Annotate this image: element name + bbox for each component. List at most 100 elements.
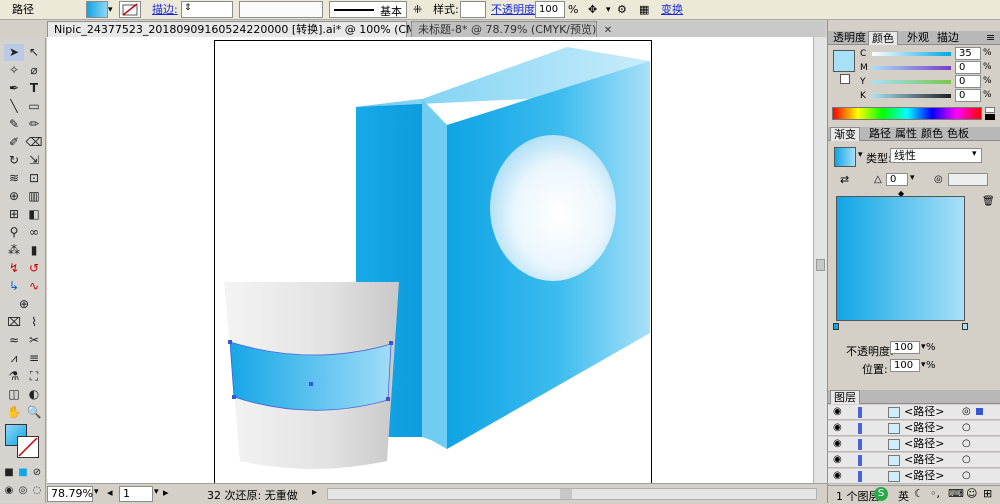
live-paint-tool-icon[interactable]: ⛶ <box>24 368 44 385</box>
crop-tool-icon[interactable]: ◫ <box>4 386 24 403</box>
recolor-icon[interactable]: ✥ <box>588 3 597 17</box>
graphic-style-icon[interactable]: ⁜ <box>413 3 422 17</box>
anchor-point[interactable] <box>386 397 390 401</box>
layer-row[interactable]: ◉ <路径> ◎ <box>828 405 1000 420</box>
visibility-eye-icon[interactable]: ◉ <box>833 453 842 467</box>
opacity-link[interactable]: 不透明度: <box>491 3 539 17</box>
convert-anchor-tool-icon[interactable]: ↳ <box>4 278 24 295</box>
magic-wand-tool-icon[interactable]: ✧ <box>4 62 24 79</box>
stop-location-dropdown-icon[interactable]: ▾ <box>921 360 926 370</box>
tab-color[interactable]: 颜色 <box>868 31 898 45</box>
channel-c-input[interactable]: 35 <box>955 47 981 60</box>
prev-artboard-icon[interactable]: ◂ <box>107 486 113 499</box>
target-circle-icon[interactable]: ◎ <box>962 405 971 419</box>
page-field[interactable]: 1 <box>119 486 153 502</box>
anchor-point[interactable] <box>232 395 236 399</box>
eyedropper-2-tool-icon[interactable]: ⚗ <box>4 368 24 385</box>
moon-icon[interactable]: ☾ <box>914 487 924 500</box>
stroke-swatch[interactable] <box>119 1 141 18</box>
mesh-tool-icon[interactable]: ⊞ <box>4 206 24 223</box>
vertical-scrollbar[interactable] <box>813 37 827 483</box>
rotate-tool-icon[interactable]: ↻ <box>4 152 24 169</box>
anchor-point[interactable] <box>228 340 232 344</box>
gradient-stop-end[interactable] <box>962 323 968 330</box>
gradient-tool-icon[interactable]: ◧ <box>24 206 44 223</box>
anchor-point-tool-icon[interactable]: ↯ <box>4 260 24 277</box>
slice-select-tool-icon[interactable]: ⌇ <box>24 314 44 331</box>
stop-location-input[interactable]: 100 <box>890 359 920 372</box>
horizontal-scrollbar[interactable] <box>327 488 817 500</box>
scrollbar-thumb[interactable] <box>816 259 825 271</box>
tab-stroke[interactable]: 描边 <box>934 31 962 45</box>
tab-attributes[interactable]: 属性 <box>892 127 920 141</box>
selection-indicator[interactable] <box>976 408 983 415</box>
gradient-type-select[interactable]: 线性 <box>890 148 982 163</box>
gradient-stop-start[interactable] <box>833 323 839 330</box>
stroke-preview-swatch[interactable] <box>840 74 850 84</box>
eraser-tool-icon[interactable]: ⌫ <box>24 134 44 151</box>
shape-builder-tool-icon[interactable]: ⊕ <box>4 188 24 205</box>
symbol-sprayer-tool-icon[interactable]: ⁂ <box>4 242 24 259</box>
recolor-dropdown-icon[interactable]: ▾ <box>606 3 611 17</box>
visibility-eye-icon[interactable]: ◉ <box>833 469 842 483</box>
next-artboard-icon[interactable]: ▸ <box>163 486 169 499</box>
tab-document-1[interactable]: Nipic_24377523_20180909160524220000 [转换]… <box>47 21 475 37</box>
curvature-tool-icon[interactable]: ↺ <box>24 260 44 277</box>
black-swatch[interactable] <box>985 114 995 120</box>
ime-language[interactable]: 英 <box>898 488 909 504</box>
draw-normal-icon[interactable]: ◉ <box>2 482 16 499</box>
graph-tool-icon[interactable]: ⩘ <box>4 350 24 367</box>
tab-appearance[interactable]: 外观 <box>904 31 932 45</box>
fill-mode-none-icon[interactable]: ⊘ <box>30 464 44 481</box>
scale-tool-icon[interactable]: ⇲ <box>24 152 44 169</box>
layer-row[interactable]: ◉ <路径> ○ <box>828 421 1000 436</box>
draw-inside-icon[interactable]: ◌ <box>30 482 44 499</box>
tab-color-2[interactable]: 颜色 <box>918 127 946 141</box>
white-swatch[interactable] <box>985 107 995 113</box>
tab-layers[interactable]: 图层 <box>830 390 860 404</box>
opacity-input[interactable]: 100 <box>535 1 565 18</box>
tab-pathfinder[interactable]: 路径 <box>866 127 894 141</box>
color-spectrum[interactable] <box>832 107 982 120</box>
stroke-color-swatch[interactable] <box>17 436 39 458</box>
layer-row[interactable]: ◉ <路径> ○ <box>828 437 1000 452</box>
eraser-2-tool-icon[interactable]: ◐ <box>24 386 44 403</box>
stroke-weight-input[interactable]: ⇕ <box>181 1 233 18</box>
canvas-area[interactable] <box>47 37 813 483</box>
zoom-dropdown-icon[interactable]: ▾ <box>94 487 99 497</box>
keyboard-icon[interactable]: ⌨ <box>948 487 964 500</box>
hand-tool-icon[interactable]: ✋ <box>4 404 24 421</box>
rectangle-tool-icon[interactable]: ▭ <box>24 98 44 115</box>
chevron-down-icon[interactable]: ▾ <box>972 149 977 159</box>
user-icon[interactable]: ☺ <box>966 487 977 500</box>
gradient-ramp[interactable] <box>836 196 965 321</box>
artboard-tool-icon[interactable]: ⌧ <box>4 314 24 331</box>
channel-m-slider[interactable] <box>872 66 951 70</box>
scrollbar-thumb[interactable] <box>560 489 572 499</box>
grid-icon[interactable]: ⊞ <box>983 487 992 500</box>
tab-transparency[interactable]: 透明度 <box>830 31 869 45</box>
channel-y-slider[interactable] <box>872 80 951 84</box>
anchor-point[interactable] <box>389 341 393 345</box>
selection-tool-icon[interactable]: ➤ <box>4 44 24 61</box>
width-tool-icon[interactable]: ∿ <box>24 278 44 295</box>
close-icon[interactable]: ✕ <box>604 25 612 36</box>
fill-mode-color-icon[interactable]: ■ <box>2 464 16 481</box>
knife-tool-icon[interactable]: ≈ <box>4 332 24 349</box>
punctuation-icon[interactable]: ◦, <box>930 487 940 500</box>
scissors-tool-icon[interactable]: ✂ <box>24 332 44 349</box>
eyedropper-tool-icon[interactable]: ⚲ <box>4 224 24 241</box>
warp-tool-icon[interactable]: ≋ <box>4 170 24 187</box>
channel-k-input[interactable]: 0 <box>955 89 981 102</box>
gear-icon[interactable]: ⚙ <box>617 3 627 17</box>
direct-selection-tool-icon[interactable]: ↖ <box>24 44 44 61</box>
layer-row[interactable]: ◉ <路径> ○ <box>828 453 1000 468</box>
status-menu-icon[interactable]: ▸ <box>312 487 317 498</box>
color-preview-swatch[interactable] <box>833 50 855 72</box>
fill-dropdown-icon[interactable]: ▾ <box>108 3 113 17</box>
fill-mode-gradient-icon[interactable]: ■ <box>16 464 30 481</box>
stroke-link[interactable]: 描边: <box>152 3 178 17</box>
transform-link[interactable]: 变换 <box>661 3 683 17</box>
gradient-dropdown-icon[interactable]: ▾ <box>858 150 863 160</box>
target-circle-icon[interactable]: ○ <box>962 421 971 435</box>
